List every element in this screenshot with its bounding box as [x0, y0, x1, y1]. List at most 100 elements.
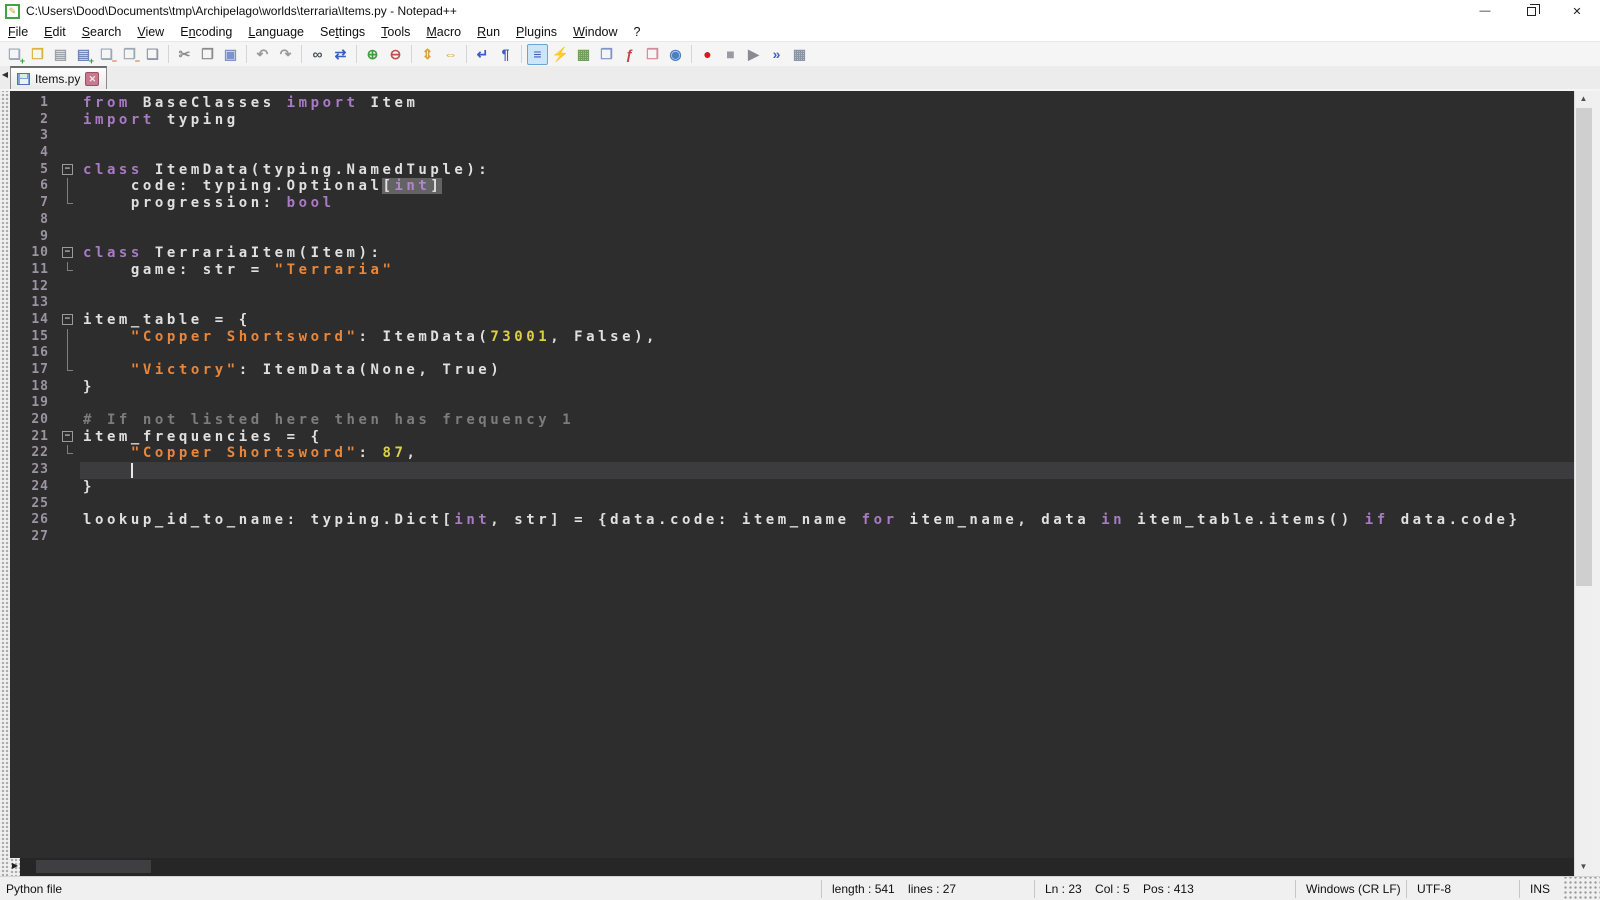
vscroll-up-icon[interactable]: ▲ — [1575, 91, 1592, 108]
code-editor[interactable]: 1from BaseClasses import Item2import typ… — [10, 91, 1574, 858]
document-map-icon[interactable]: ▦ — [573, 44, 594, 65]
line-number: 12 — [10, 279, 58, 296]
save-icon[interactable]: ▤ — [50, 44, 71, 65]
status-insert-mode[interactable]: INS — [1520, 880, 1564, 898]
hscroll-track[interactable] — [20, 858, 1574, 876]
code-text — [80, 462, 1574, 479]
vscroll-thumb[interactable] — [1576, 108, 1592, 586]
word-wrap-icon[interactable]: ↵ — [472, 44, 493, 65]
replace-icon[interactable]: ⇄ — [330, 44, 351, 65]
menu-file[interactable]: File — [0, 22, 36, 42]
document-map-icon: ▦ — [577, 47, 590, 61]
menu-edit[interactable]: Edit — [36, 22, 74, 42]
paste-icon[interactable]: ▣ — [220, 44, 241, 65]
macro-stop-icon[interactable]: ■ — [720, 44, 741, 65]
close-all-docs-icon[interactable]: ❐− — [119, 44, 140, 65]
tab-scroll-left-icon[interactable]: ◀ — [0, 64, 10, 89]
fold-margin: − — [58, 429, 80, 446]
token-str: "Terraria" — [275, 262, 395, 278]
code-line: 18} — [10, 379, 1574, 396]
fold-margin — [58, 445, 80, 462]
function-list-icon: ƒ — [626, 47, 634, 61]
menu-window[interactable]: Window — [565, 22, 625, 42]
macro-run-multiple-icon[interactable]: » — [766, 44, 787, 65]
copy-icon[interactable]: ❐ — [197, 44, 218, 65]
sync-horizontal-scroll-icon[interactable]: ⇔ — [440, 44, 461, 65]
horizontal-scrollbar[interactable]: ▶ — [10, 858, 1574, 876]
menu-tools[interactable]: Tools — [373, 22, 418, 42]
fold-toggle-icon[interactable]: − — [62, 164, 73, 175]
cut-icon[interactable]: ✂ — [174, 44, 195, 65]
fold-margin — [58, 479, 80, 496]
vertical-scrollbar[interactable]: ▲ ▼ — [1574, 91, 1592, 876]
resize-grip[interactable] — [1564, 877, 1600, 900]
token-df: , False), — [550, 329, 658, 345]
macro-record-icon[interactable]: ● — [697, 44, 718, 65]
tab-items-py[interactable]: Items.py ✕ — [10, 66, 107, 89]
macro-save-icon[interactable]: ▦ — [789, 44, 810, 65]
new-file-icon[interactable]: ❏+ — [4, 44, 25, 65]
fold-margin — [58, 262, 80, 279]
menu-search[interactable]: Search — [74, 22, 130, 42]
line-number: 16 — [10, 345, 58, 362]
code-line: 7 progression: bool — [10, 195, 1574, 212]
menu-run[interactable]: Run — [469, 22, 508, 42]
menu-macro[interactable]: Macro — [418, 22, 469, 42]
code-line: 3 — [10, 128, 1574, 145]
status-eol-format[interactable]: Windows (CR LF) — [1296, 880, 1406, 898]
menu-?[interactable]: ? — [626, 22, 649, 42]
zoom-in-icon[interactable]: ⊕ — [362, 44, 383, 65]
line-number: 17 — [10, 362, 58, 379]
monitoring-eye-icon[interactable]: ◉ — [665, 44, 686, 65]
dock-grip[interactable] — [0, 91, 10, 876]
menu-encoding[interactable]: Encoding — [172, 22, 240, 42]
fold-margin — [58, 295, 80, 312]
restore-button[interactable] — [1508, 0, 1554, 22]
indent-guide-icon[interactable]: ≡ — [527, 44, 548, 65]
hscroll-left-arrow-icon[interactable]: ▶ — [10, 858, 20, 876]
fold-toggle-icon[interactable]: − — [62, 314, 73, 325]
close-button[interactable]: ✕ — [1554, 0, 1600, 22]
token-kw: int — [454, 512, 490, 528]
status-encoding[interactable]: UTF-8 — [1407, 880, 1519, 898]
close-doc-icon[interactable]: ❏− — [96, 44, 117, 65]
save-all-icon[interactable]: ▤+ — [73, 44, 94, 65]
show-all-chars-icon[interactable]: ¶ — [495, 44, 516, 65]
fold-guide — [67, 178, 68, 195]
fold-margin — [58, 112, 80, 129]
macro-stop-icon: ■ — [726, 47, 734, 61]
find-icon[interactable]: ∞ — [307, 44, 328, 65]
token-df: } — [83, 479, 95, 495]
minimize-button[interactable]: — — [1462, 0, 1508, 22]
redo-icon[interactable]: ↷ — [275, 44, 296, 65]
token-df: TerrariaItem(Item): — [143, 245, 383, 261]
open-folder-icon[interactable]: ❒ — [27, 44, 48, 65]
menu-settings[interactable]: Settings — [312, 22, 373, 42]
zoom-out-icon[interactable]: ⊖ — [385, 44, 406, 65]
menu-plugins[interactable]: Plugins — [508, 22, 565, 42]
doc-switcher-icon[interactable]: ❐ — [596, 44, 617, 65]
fold-toggle-icon[interactable]: − — [62, 247, 73, 258]
macro-play-icon[interactable]: ▶ — [743, 44, 764, 65]
code-line: 13 — [10, 295, 1574, 312]
menu-view[interactable]: View — [129, 22, 172, 42]
hscroll-thumb[interactable] — [36, 860, 151, 873]
fold-toggle-icon[interactable]: − — [62, 431, 73, 442]
token-kw: in — [1101, 512, 1125, 528]
macro-run-multiple-icon: » — [773, 47, 781, 61]
fold-margin — [58, 529, 80, 546]
sync-vertical-scroll-icon[interactable]: ⇕ — [417, 44, 438, 65]
tab-close-icon[interactable]: ✕ — [85, 72, 99, 86]
lightning-doc-icon[interactable]: ⚡ — [550, 44, 571, 65]
vscroll-track[interactable] — [1575, 108, 1592, 859]
folder-workspace-icon[interactable]: ❒ — [642, 44, 663, 65]
menu-language[interactable]: Language — [240, 22, 312, 42]
code-line: 22 "Copper Shortsword": 87, — [10, 445, 1574, 462]
paste-icon: ▣ — [224, 47, 237, 61]
vscroll-down-icon[interactable]: ▼ — [1575, 859, 1592, 876]
undo-icon[interactable]: ↶ — [252, 44, 273, 65]
code-text: "Victory": ItemData(None, True) — [80, 362, 1574, 379]
function-list-icon[interactable]: ƒ — [619, 44, 640, 65]
print-icon[interactable]: ❑ — [142, 44, 163, 65]
toolbar-separator — [356, 45, 357, 63]
